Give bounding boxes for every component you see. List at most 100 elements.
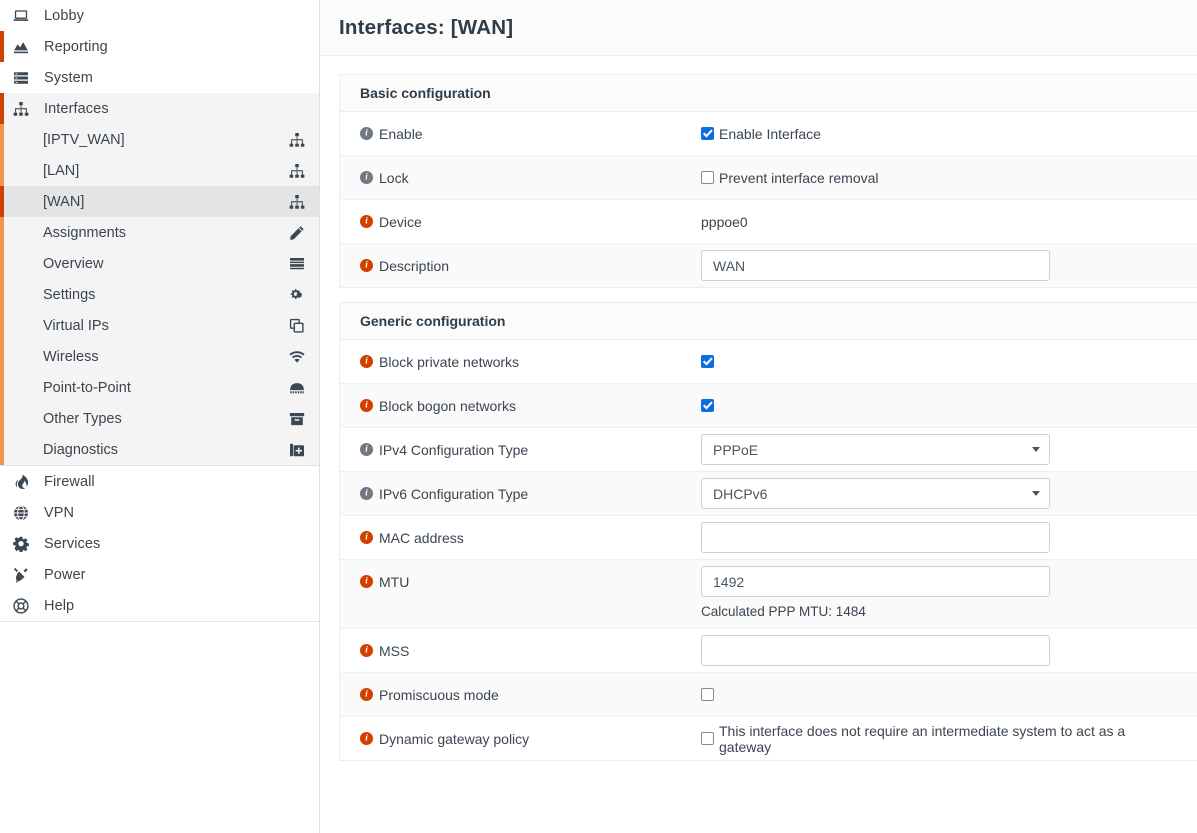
field-dynamic-gateway-policy: This interface does not require an inter… (701, 717, 1197, 760)
sidebar-item-power[interactable]: Power (0, 559, 319, 590)
medical-case-icon (289, 442, 305, 458)
sidebar-subitem--lan-[interactable]: [LAN] (0, 155, 319, 186)
sidebar-item-lobby[interactable]: Lobby (0, 0, 319, 31)
checkbox-dynamic-gateway-policy[interactable]: This interface does not require an inter… (701, 723, 1181, 755)
info-icon[interactable]: i (360, 487, 373, 500)
helper-mtu: Calculated PPP MTU: 1484 (701, 604, 866, 619)
label-mss: i MSS (340, 629, 701, 672)
sidebar-item-label: Help (44, 597, 75, 614)
checkbox-box[interactable] (701, 355, 714, 368)
sidebar-subitem-label: Diagnostics (43, 441, 118, 458)
form-row-mss: i MSS (340, 629, 1197, 673)
generic-configuration-title: Generic configuration (340, 303, 1197, 340)
sidebar-accent-bar (0, 559, 4, 590)
info-icon[interactable]: i (360, 355, 373, 368)
sitemap-icon (289, 194, 305, 210)
info-icon[interactable]: i (360, 644, 373, 657)
sidebar-subitem--wan-[interactable]: [WAN] (0, 186, 319, 217)
input-mss[interactable] (701, 635, 1050, 666)
info-icon[interactable]: i (360, 688, 373, 701)
label-dynamic-gateway-policy: i Dynamic gateway policy (340, 717, 701, 760)
checkbox-label[interactable]: Enable Interface (719, 126, 821, 142)
info-icon[interactable]: i (360, 443, 373, 456)
server-icon (6, 70, 36, 86)
label-ipv6-configuration-type: i IPv6 Configuration Type (340, 472, 701, 515)
sidebar-subitem-label: Point-to-Point (43, 379, 131, 396)
checkbox-promiscuous-mode[interactable] (701, 688, 714, 701)
info-icon[interactable]: i (360, 259, 373, 272)
select-ipv4-configuration-type[interactable]: PPPoE (701, 434, 1050, 465)
sidebar-item-interfaces[interactable]: Interfaces (0, 93, 319, 124)
sidebar-subitem-other-types[interactable]: Other Types (0, 403, 319, 434)
sidebar-subitem-label: [LAN] (43, 162, 80, 179)
input-mac-address[interactable] (701, 522, 1050, 553)
sidebar-item-label: System (44, 69, 93, 86)
input-mtu[interactable] (701, 566, 1050, 597)
sidebar-item-label: VPN (44, 504, 75, 521)
sidebar-subitem-settings[interactable]: Settings (0, 279, 319, 310)
label-device: i Device (340, 200, 701, 243)
checkbox-box[interactable] (701, 127, 714, 140)
info-icon[interactable]: i (360, 127, 373, 140)
label-block-bogon-networks: i Block bogon networks (340, 384, 701, 427)
checkbox-label[interactable]: Prevent interface removal (719, 170, 879, 186)
sidebar-subitem--iptv-wan-[interactable]: [IPTV_WAN] (0, 124, 319, 155)
fire-icon (6, 474, 36, 490)
sidebar-item-services[interactable]: Services (0, 528, 319, 559)
sitemap-icon (289, 132, 305, 148)
sidebar-item-vpn[interactable]: VPN (0, 497, 319, 528)
info-icon[interactable]: i (360, 732, 373, 745)
label-mtu: i MTU (340, 560, 701, 603)
sidebar-accent-bar (0, 62, 4, 93)
field-enable: Enable Interface (701, 112, 1197, 155)
sidebar-subitem-assignments[interactable]: Assignments (0, 217, 319, 248)
sidebar-bottom-group: Firewall VPN Services Power Help (0, 466, 319, 621)
info-icon[interactable]: i (360, 399, 373, 412)
form-row-enable: i Enable Enable Interface (340, 112, 1197, 156)
sidebar-divider-bottom (0, 621, 319, 622)
sidebar-subitem-overview[interactable]: Overview (0, 248, 319, 279)
select-ipv6-configuration-type[interactable]: DHCPv6 (701, 478, 1050, 509)
field-mac-address (701, 516, 1197, 559)
select-value: PPPoE (713, 441, 759, 458)
input-description[interactable] (701, 250, 1050, 281)
checkbox-box[interactable] (701, 399, 714, 412)
info-icon[interactable]: i (360, 215, 373, 228)
app-root: Lobby Reporting System Interfaces [IPTV_WAN… (0, 0, 1197, 833)
sidebar-subitem-virtual-ips[interactable]: Virtual IPs (0, 310, 319, 341)
sidebar-item-firewall[interactable]: Firewall (0, 466, 319, 497)
label-block-private-networks: i Block private networks (340, 340, 701, 383)
sidebar-subitem-diagnostics[interactable]: Diagnostics (0, 434, 319, 465)
info-icon[interactable]: i (360, 171, 373, 184)
info-icon[interactable]: i (360, 575, 373, 588)
page-title: Interfaces: [WAN] (339, 15, 514, 39)
globe-icon (6, 504, 36, 521)
label-text: MSS (379, 642, 410, 659)
form-row-lock: i Lock Prevent interface removal (340, 156, 1197, 200)
sidebar-subitem-label: [IPTV_WAN] (43, 131, 125, 148)
checkbox-block-bogon-networks[interactable] (701, 399, 714, 412)
main-sidebar: Lobby Reporting System Interfaces [IPTV_WAN… (0, 0, 320, 833)
gears-icon (289, 287, 305, 303)
checkbox-enable[interactable]: Enable Interface (701, 126, 821, 142)
form-row-block-bogon-networks: i Block bogon networks (340, 384, 1197, 428)
checkbox-label[interactable]: This interface does not require an inter… (719, 723, 1181, 755)
sidebar-item-help[interactable]: Help (0, 590, 319, 621)
sidebar-item-reporting[interactable]: Reporting (0, 31, 319, 62)
sidebar-item-system[interactable]: System (0, 62, 319, 93)
sidebar-subitem-point-to-point[interactable]: Point-to-Point (0, 372, 319, 403)
checkbox-lock[interactable]: Prevent interface removal (701, 170, 879, 186)
checkbox-box[interactable] (701, 171, 714, 184)
checkbox-box[interactable] (701, 732, 714, 745)
sidebar-subitem-wireless[interactable]: Wireless (0, 341, 319, 372)
info-icon[interactable]: i (360, 531, 373, 544)
label-text: IPv4 Configuration Type (379, 441, 529, 458)
checkbox-box[interactable] (701, 688, 714, 701)
sidebar-subitem-label: Other Types (43, 410, 122, 427)
checkbox-block-private-networks[interactable] (701, 355, 714, 368)
sidebar-subitem-label: Assignments (43, 224, 127, 241)
submenu-selected-accent (0, 372, 4, 403)
label-text: Promiscuous mode (379, 686, 499, 703)
sidebar-accent-bar (0, 466, 4, 497)
submenu-selected-accent (0, 186, 4, 217)
